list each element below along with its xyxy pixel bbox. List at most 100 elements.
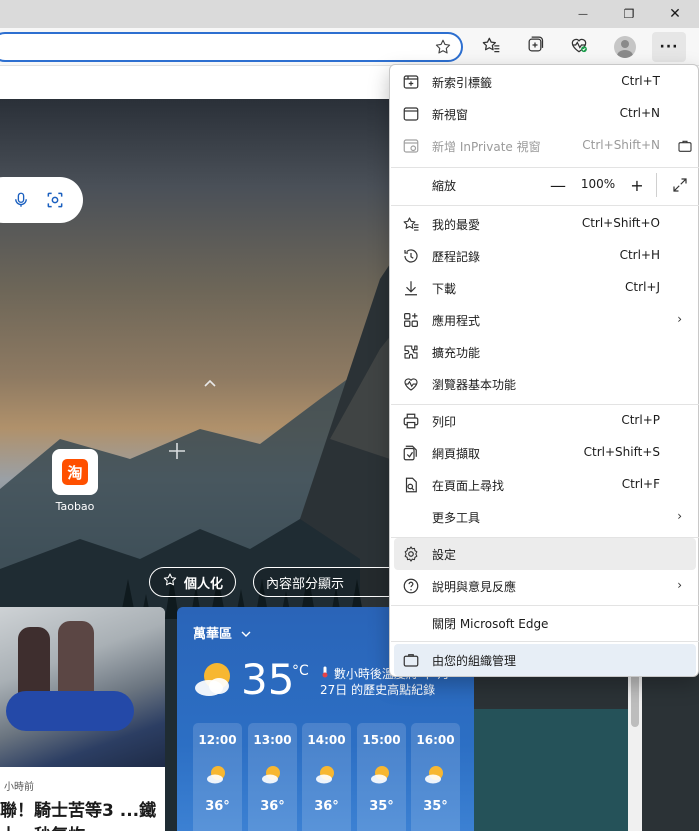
sunny-cloud-icon: [261, 763, 285, 785]
menu-item-find-on-page[interactable]: 在頁面上尋找 Ctrl+F: [394, 469, 696, 501]
news-title[interactable]: 聯！騎士苦等3 ...鐵十一秒氣炸: [0, 799, 160, 831]
fullscreen-icon[interactable]: [670, 175, 690, 195]
gear-icon: [402, 545, 420, 563]
menu-divider: [391, 605, 699, 606]
quick-link-label: Taobao: [55, 500, 95, 513]
menu-item-managed-by-org[interactable]: 由您的組織管理: [394, 644, 696, 676]
collections-button[interactable]: [518, 32, 552, 62]
chevron-up-icon[interactable]: [203, 376, 217, 392]
collections-icon: [525, 35, 545, 59]
menu-divider: [391, 167, 699, 168]
chevron-right-icon: ›: [677, 578, 682, 592]
news-image: [0, 607, 165, 767]
sunny-cloud-icon: [424, 763, 448, 785]
extensions-icon: [402, 343, 420, 361]
personalize-label: 個人化: [184, 576, 224, 592]
zoom-in-button[interactable]: +: [627, 175, 647, 195]
restore-button[interactable]: ❐: [606, 0, 652, 28]
close-icon: ✕: [669, 6, 681, 22]
close-window-button[interactable]: ✕: [652, 0, 698, 28]
menu-item-new-tab[interactable]: 新索引標籤 Ctrl+T: [394, 66, 696, 98]
menu-item-close-edge[interactable]: 關閉 Microsoft Edge: [394, 607, 696, 639]
apps-icon: [402, 311, 420, 329]
help-icon: [402, 577, 420, 595]
quick-link-taobao[interactable]: 淘: [52, 449, 98, 495]
menu-divider: [391, 205, 699, 206]
briefcase-icon: [676, 137, 694, 155]
print-icon: [402, 412, 420, 430]
chevron-down-icon: [241, 631, 251, 637]
new-window-icon: [402, 105, 420, 123]
find-on-page-icon: [402, 476, 420, 494]
hourly-forecast[interactable]: 14:00 36°: [302, 723, 351, 831]
favorites-icon: [402, 215, 420, 233]
weather-temperature: 35: [241, 655, 295, 704]
inprivate-icon: [402, 137, 420, 155]
hourly-forecast[interactable]: 15:00 35°: [357, 723, 406, 831]
address-bar[interactable]: [0, 32, 463, 62]
browser-essentials-button[interactable]: [562, 32, 596, 62]
menu-item-web-capture[interactable]: 網頁擷取 Ctrl+Shift+S: [394, 437, 696, 469]
menu-item-browser-essentials[interactable]: 瀏覽器基本功能: [394, 368, 696, 400]
hourly-forecast[interactable]: 16:00 35°: [411, 723, 460, 831]
briefcase-icon: [402, 651, 420, 669]
sunny-cloud-icon: [315, 763, 339, 785]
favorites-button[interactable]: [474, 32, 508, 62]
weather-unit: °C: [292, 663, 309, 679]
menu-item-zoom: 縮放 — 100% +: [394, 169, 696, 201]
menu-item-settings[interactable]: 設定: [394, 538, 696, 570]
add-quick-link-icon[interactable]: [168, 441, 186, 466]
minimize-icon: —: [578, 8, 588, 20]
taobao-logo-icon: 淘: [62, 459, 88, 485]
browser-toolbar: ···: [0, 28, 699, 66]
settings-and-more-menu: 新索引標籤 Ctrl+T 新視窗 Ctrl+N 新增 InPrivate 視窗 …: [389, 64, 699, 677]
menu-item-history[interactable]: 歷程記錄 Ctrl+H: [394, 240, 696, 272]
browser-essentials-icon: [569, 35, 589, 59]
minimize-button[interactable]: —: [560, 0, 606, 28]
chevron-right-icon: ›: [677, 509, 682, 523]
menu-item-extensions[interactable]: 擴充功能: [394, 336, 696, 368]
sunny-cloud-icon: [370, 763, 394, 785]
sunny-cloud-icon: [193, 659, 239, 699]
zoom-level: 100%: [580, 177, 616, 191]
thermometer-icon: [322, 666, 328, 678]
menu-item-favorites[interactable]: 我的最愛 Ctrl+Shift+O: [394, 208, 696, 240]
news-card[interactable]: 小時前 聯！騎士苦等3 ...鐵十一秒氣炸: [0, 607, 165, 831]
zoom-divider: [656, 173, 657, 197]
profile-avatar: [614, 36, 636, 58]
restore-icon: ❐: [623, 7, 635, 21]
hourly-forecast[interactable]: 12:00 36°: [193, 723, 242, 831]
menu-item-help-feedback[interactable]: 說明與意見反應 ›: [394, 570, 696, 602]
web-capture-icon: [402, 444, 420, 462]
menu-item-print[interactable]: 列印 Ctrl+P: [394, 405, 696, 437]
title-bar: — ❐ ✕: [0, 0, 699, 28]
profile-button[interactable]: [608, 32, 642, 62]
new-tab-icon: [402, 73, 420, 91]
menu-item-more-tools[interactable]: 更多工具 ›: [394, 501, 696, 533]
browser-essentials-icon: [402, 375, 420, 393]
zoom-out-button[interactable]: —: [548, 175, 568, 195]
personalize-button[interactable]: 個人化: [149, 567, 237, 597]
download-icon: [402, 279, 420, 297]
hourly-forecast[interactable]: 13:00 36°: [248, 723, 297, 831]
weather-location[interactable]: 萬華區: [193, 623, 251, 642]
microphone-icon[interactable]: [10, 189, 32, 211]
menu-item-new-inprivate: 新增 InPrivate 視窗 Ctrl+Shift+N: [394, 130, 696, 162]
chevron-right-icon: ›: [677, 312, 682, 326]
content-visibility-button[interactable]: 內容部分顯示: [253, 567, 403, 597]
favorites-icon: [481, 35, 501, 59]
menu-item-apps[interactable]: 應用程式 ›: [394, 304, 696, 336]
search-box[interactable]: [0, 177, 83, 223]
menu-item-downloads[interactable]: 下載 Ctrl+J: [394, 272, 696, 304]
more-icon: ···: [659, 39, 679, 55]
sparkle-star-icon: [162, 572, 178, 592]
sunny-cloud-icon: [206, 763, 230, 785]
visual-search-icon[interactable]: [44, 189, 66, 211]
content-visibility-label: 內容部分顯示: [266, 576, 345, 592]
menu-divider: [391, 641, 699, 642]
menu-item-new-window[interactable]: 新視窗 Ctrl+N: [394, 98, 696, 130]
settings-and-more-button[interactable]: ···: [652, 32, 686, 62]
news-meta: 小時前: [4, 782, 34, 793]
history-icon: [402, 247, 420, 265]
star-icon[interactable]: [433, 37, 453, 57]
